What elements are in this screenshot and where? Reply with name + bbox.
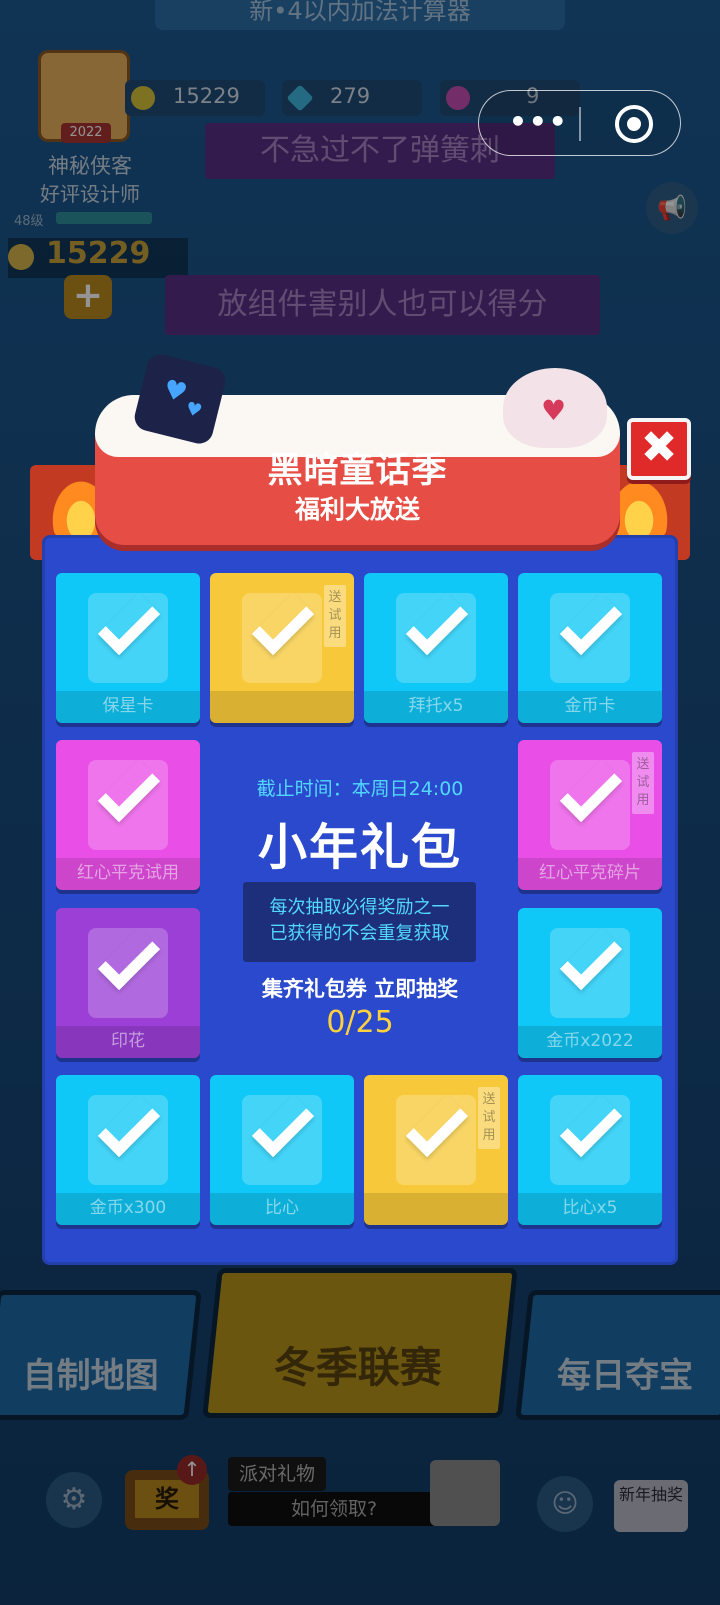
reward-tile[interactable]: 比心x5 [518, 1075, 662, 1225]
reward-tile[interactable]: 金币x300 [56, 1075, 200, 1225]
target-close-icon[interactable] [615, 105, 653, 143]
collect-instruction: 集齐礼包券 立即抽奖 [261, 977, 459, 1001]
draw-rule-line: 已获得的不会重复获取 [269, 923, 450, 944]
reward-label: 金币x2022 [518, 1026, 662, 1058]
ticket-progress: 0/25 [326, 1005, 394, 1040]
teapot-icon: ♥ [503, 368, 607, 448]
reward-label: 红心平克碎片 [518, 858, 662, 890]
reward-label: 保星卡 [56, 691, 200, 723]
trial-tag: 送试用 [478, 1087, 500, 1149]
reward-label: 金币卡 [518, 691, 662, 723]
mini-program-capsule: ••• [478, 90, 681, 156]
reward-label [210, 691, 354, 723]
reward-label: 金币x300 [56, 1193, 200, 1225]
capsule-divider [579, 107, 581, 141]
trial-tag: 送试用 [632, 752, 654, 814]
draw-rule-line: 每次抽取必得奖励之一 [269, 897, 450, 918]
reward-tile[interactable]: 金币x2022 [518, 908, 662, 1058]
reward-label: 红心平克试用 [56, 858, 200, 890]
trial-tag: 送试用 [324, 585, 346, 647]
modal-title: 黑暗童话季 [267, 451, 448, 491]
reward-tile[interactable]: 比心 [210, 1075, 354, 1225]
modal-subtitle: 福利大放送 [294, 495, 420, 524]
reward-tile[interactable]: 印花 [56, 908, 200, 1058]
reward-label [364, 1193, 508, 1225]
reward-tile[interactable]: 保星卡 [56, 573, 200, 723]
deadline-text: 截止时间：本周日24:00 [256, 778, 464, 800]
reward-tile[interactable]: 送试用 [210, 573, 354, 723]
more-dots-icon[interactable]: ••• [509, 108, 569, 136]
reward-label: 拜托x5 [364, 691, 508, 723]
draw-rules-box: 每次抽取必得奖励之一 已获得的不会重复获取 [243, 882, 476, 962]
reward-label: 印花 [56, 1026, 200, 1058]
reward-label: 比心x5 [518, 1193, 662, 1225]
reward-tile[interactable]: 红心平克试用 [56, 740, 200, 890]
reward-tile[interactable]: 金币卡 [518, 573, 662, 723]
pack-title: 小年礼包 [257, 819, 462, 876]
close-button[interactable]: ✖ [627, 418, 691, 480]
reward-label: 比心 [210, 1193, 354, 1225]
reward-tile[interactable]: 送试用红心平克碎片 [518, 740, 662, 890]
reward-tile[interactable]: 送试用 [364, 1075, 508, 1225]
reward-tile[interactable]: 拜托x5 [364, 573, 508, 723]
